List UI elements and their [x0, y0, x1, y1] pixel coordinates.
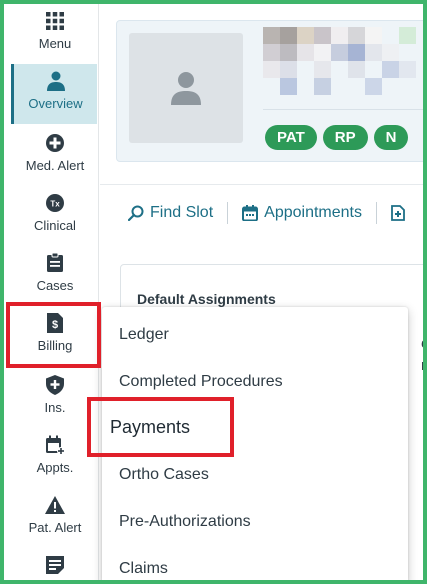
billing-dropdown-menu: Ledger Completed Procedures Payments Ort… [102, 307, 408, 580]
document-add-icon [391, 205, 405, 221]
toolbar-separator [375, 202, 377, 224]
sidebar-item-label: Cases [36, 278, 74, 293]
patient-name-redacted [263, 27, 423, 99]
menu-item-ortho-cases[interactable]: Ortho Cases [102, 455, 408, 495]
sidebar-item-label: Menu [38, 36, 72, 51]
menu-item-completed-procedures[interactable]: Completed Procedures [102, 362, 408, 402]
sidebar-item-label: Billing [37, 338, 73, 353]
action-toolbar: Find Slot Appointments [128, 202, 405, 224]
sidebar-item-clinical[interactable]: Tx Clinical [12, 190, 98, 248]
appointments-label: Appointments [264, 204, 362, 221]
sidebar-item-pat-alert[interactable]: Pat. Alert [12, 492, 98, 550]
sidebar-item-label: Ins. [44, 400, 66, 415]
sidebar-item-menu[interactable]: Menu [12, 8, 98, 66]
menu-item-label: Ledger [119, 326, 169, 343]
tag-badge[interactable]: RP [322, 125, 368, 150]
menu-item-label: Completed Procedures [119, 373, 283, 390]
tx-icon: Tx [45, 190, 65, 216]
divider [100, 184, 423, 185]
sidebar: Menu Overview Med. Alert Tx Clinical Cas… [4, 4, 99, 580]
avatar [129, 33, 243, 143]
sidebar-item-notes[interactable] [12, 552, 98, 580]
sidebar-item-appts[interactable]: Appts. [12, 432, 98, 490]
appointments-button[interactable]: Appointments [242, 204, 362, 222]
menu-item-label: Pre-Authorizations [119, 513, 251, 530]
person-placeholder-icon [171, 72, 201, 105]
calendar-add-icon [45, 432, 65, 458]
patient-tags: PAT RP N [265, 125, 409, 150]
clipboard-icon [46, 250, 64, 276]
calendar-icon [242, 205, 259, 221]
search-icon [128, 205, 144, 221]
menu-item-pre-authorizations[interactable]: Pre-Authorizations [102, 502, 408, 542]
svg-text:$: $ [52, 319, 58, 331]
toolbar-separator [227, 202, 229, 224]
divider [263, 109, 423, 110]
shield-icon [46, 372, 64, 398]
sidebar-item-label: Overview [28, 96, 83, 111]
truncated-text: ele [421, 335, 423, 352]
find-slot-button[interactable]: Find Slot [128, 204, 213, 222]
sidebar-item-label: Clinical [34, 218, 76, 233]
sidebar-item-billing[interactable]: $ Billing [12, 310, 98, 368]
patient-card: PAT RP N [116, 20, 423, 162]
menu-item-label: Payments [110, 416, 191, 437]
sidebar-item-label: Med. Alert [25, 158, 85, 173]
truncated-text: rc [421, 357, 423, 374]
menu-item-label: Ortho Cases [119, 466, 209, 483]
toolbar-more-button[interactable] [391, 205, 405, 221]
menu-item-ledger[interactable]: Ledger [102, 315, 408, 355]
menu-item-payments[interactable]: Payments [102, 407, 408, 447]
sidebar-item-overview[interactable]: Overview [11, 64, 97, 124]
svg-text:Tx: Tx [50, 200, 60, 209]
grid-icon [46, 8, 64, 34]
tag-badge[interactable]: PAT [265, 125, 317, 150]
sidebar-item-ins[interactable]: Ins. [12, 372, 98, 430]
person-icon [46, 68, 65, 94]
plus-circle-icon [45, 130, 65, 156]
menu-item-label: Claims [119, 560, 168, 577]
menu-item-claims[interactable]: Claims [102, 549, 408, 580]
sidebar-item-label: Pat. Alert [28, 520, 82, 535]
sidebar-item-cases[interactable]: Cases [12, 250, 98, 308]
app-frame: Menu Overview Med. Alert Tx Clinical Cas… [4, 4, 423, 580]
dollar-doc-icon: $ [47, 310, 63, 336]
find-slot-label: Find Slot [150, 204, 214, 221]
sidebar-item-label: Appts. [36, 460, 74, 475]
warning-icon [45, 492, 65, 518]
sidebar-item-med-alert[interactable]: Med. Alert [12, 130, 98, 188]
tag-badge[interactable]: N [373, 125, 409, 150]
card-title: Default Assignments [137, 291, 276, 307]
note-icon [46, 552, 64, 578]
